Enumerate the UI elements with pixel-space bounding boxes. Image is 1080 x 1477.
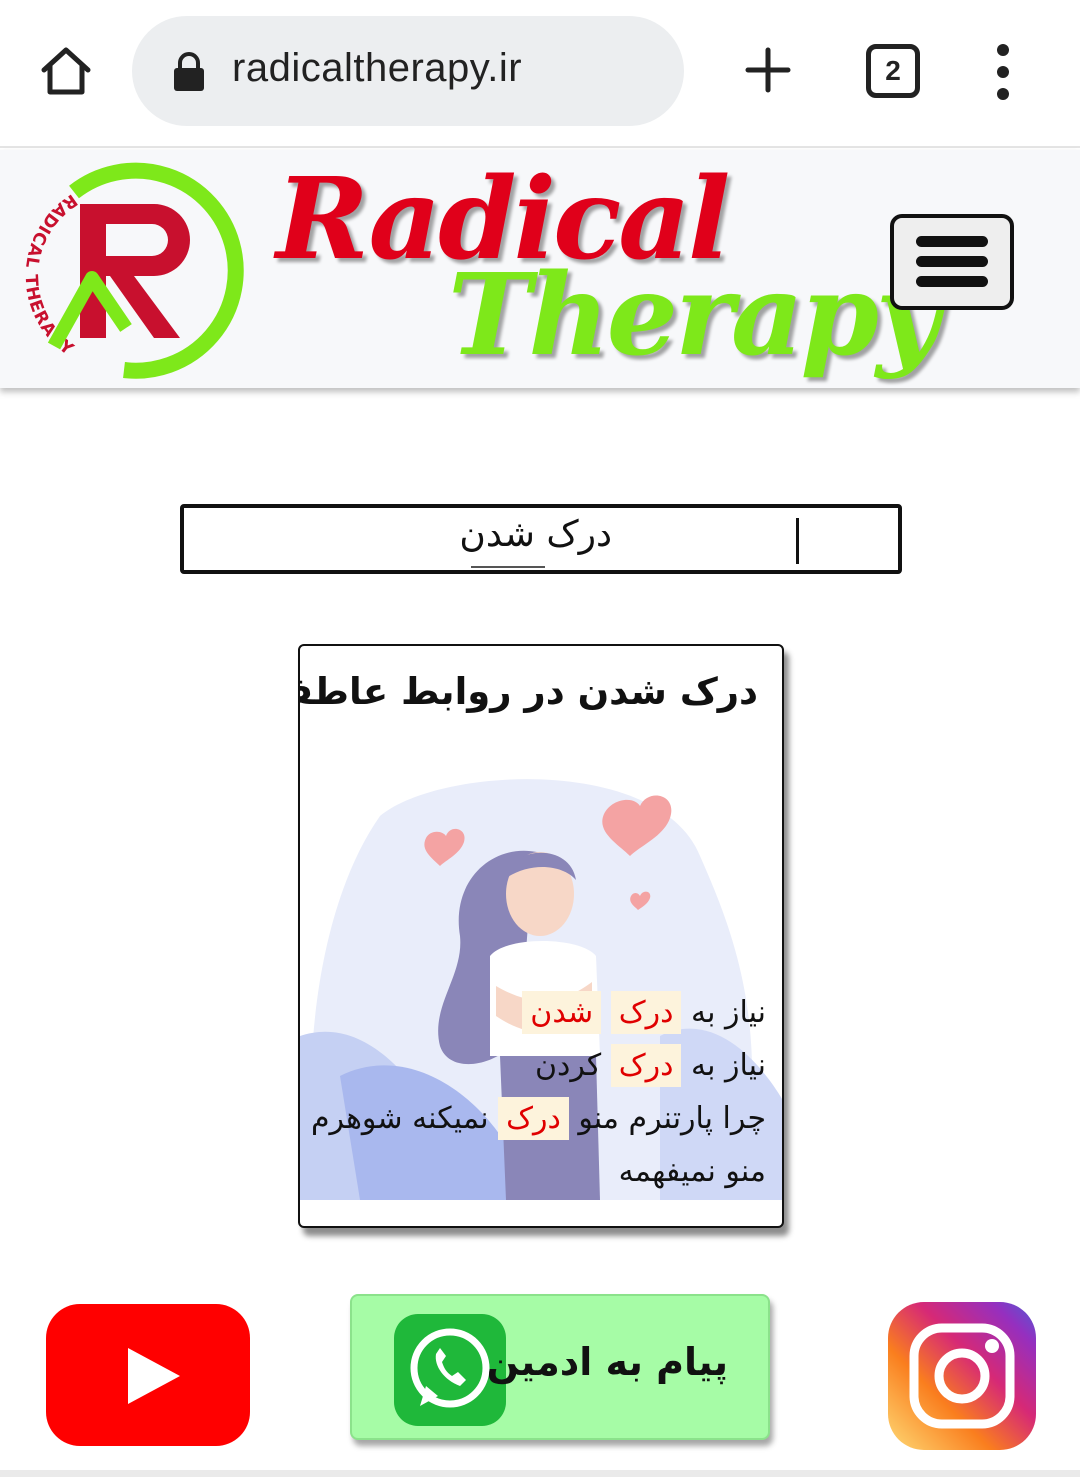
- snippet-line: منو نمیفهمه: [306, 1145, 766, 1198]
- logo-emblem[interactable]: RADICAL THERAPY: [14, 158, 246, 384]
- search-input[interactable]: درک شدن: [180, 504, 902, 574]
- search-input-value: درک شدن: [459, 514, 612, 555]
- hamburger-bar: [916, 256, 988, 267]
- snippet-text: چرا پارتنرم منو: [578, 1101, 766, 1136]
- bottom-divider: [0, 1470, 1080, 1477]
- result-title[interactable]: درک شدن در روابط عاطفی: [300, 670, 758, 713]
- hamburger-menu-button[interactable]: [890, 214, 1014, 310]
- plus-icon: [745, 47, 791, 93]
- text-caret: [796, 518, 799, 564]
- hamburger-bar: [916, 236, 988, 247]
- browser-toolbar: radicaltherapy.ir 2: [0, 0, 1080, 148]
- url-text: radicaltherapy.ir: [232, 46, 523, 90]
- more-vert-icon: [997, 44, 1009, 100]
- result-snippets: نیاز به درک شدن نیاز به درک کردن چرا پارتن…: [306, 986, 766, 1198]
- lock-icon: [174, 52, 204, 91]
- svg-text:RADICAL THERAPY: RADICAL THERAPY: [21, 190, 81, 360]
- snippet-text: منو نمیفهمه: [618, 1154, 766, 1189]
- hamburger-bar: [916, 276, 988, 287]
- snippet-text: نمیکنه شوهرم: [310, 1101, 489, 1136]
- youtube-link[interactable]: [46, 1304, 250, 1446]
- home-button[interactable]: [36, 42, 96, 102]
- new-tab-button[interactable]: [742, 44, 794, 96]
- snippet-line: نیاز به درک کردن: [306, 1039, 766, 1092]
- home-icon: [41, 47, 91, 95]
- snippet-text: نیاز به: [691, 1048, 766, 1083]
- snippet-line: چرا پارتنرم منو درک نمیکنه شوهرم: [306, 1092, 766, 1145]
- highlighted-term: درک: [610, 991, 682, 1034]
- snippet-text: کردن: [534, 1048, 602, 1083]
- highlighted-term: درک: [498, 1097, 569, 1140]
- search-result-card[interactable]: درک شدن در روابط عاطفی نیاز به درک شدن نی…: [298, 644, 784, 1228]
- message-admin-button[interactable]: پیام به ادمین: [350, 1294, 770, 1440]
- tab-switcher-button[interactable]: 2: [866, 44, 920, 98]
- address-bar[interactable]: radicaltherapy.ir: [132, 16, 684, 126]
- composing-underline: [471, 566, 545, 568]
- snippet-text: نیاز به: [691, 995, 766, 1030]
- tab-count: 2: [885, 55, 901, 86]
- snippet-line: نیاز به درک شدن: [306, 986, 766, 1039]
- instagram-link[interactable]: [888, 1302, 1036, 1450]
- instagram-icon: [888, 1302, 1036, 1450]
- youtube-icon: [46, 1304, 250, 1446]
- brand-name-therapy: Therapy: [448, 250, 941, 381]
- highlighted-term: شدن: [522, 991, 602, 1034]
- site-header: RADICAL THERAPY Radical Therapy: [0, 150, 1080, 388]
- message-admin-label: پیام به ادمین: [486, 1340, 728, 1384]
- highlighted-term: درک: [610, 1044, 682, 1087]
- browser-menu-button[interactable]: [990, 42, 1016, 102]
